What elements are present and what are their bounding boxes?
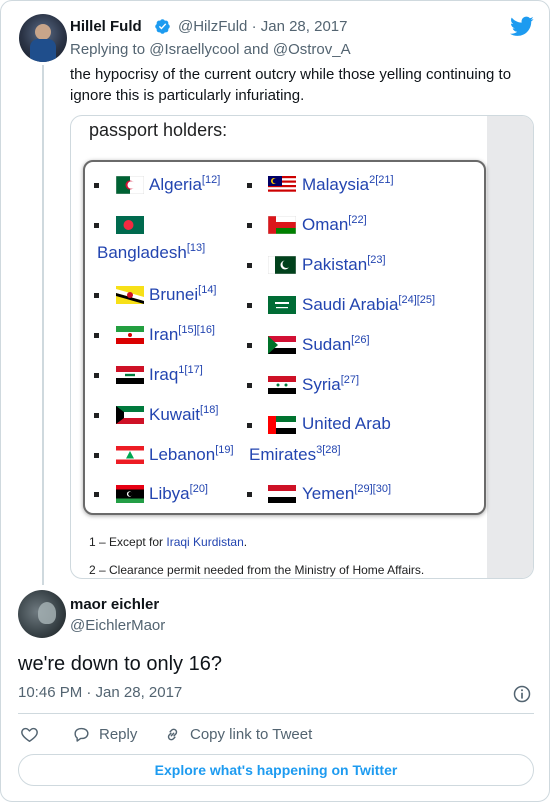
- sudan-flag-icon: [268, 336, 296, 354]
- country-saudi-arabia[interactable]: Saudi Arabia[24][25]: [302, 294, 435, 315]
- list-bullet: [94, 223, 99, 228]
- iran-flag-icon: [116, 326, 144, 344]
- list-bullet: [247, 223, 252, 228]
- tweet-embed-card: Hillel Fuld @HilzFuld · Jan 28, 2017 Rep…: [0, 0, 550, 802]
- tweet-media-image[interactable]: passport holders: Algeria[12] Bangladesh…: [70, 115, 534, 579]
- country-lebanon[interactable]: Lebanon[19]: [149, 444, 234, 465]
- saudi-arabia-flag-icon: [268, 296, 296, 314]
- author-handle[interactable]: @EichlerMaor: [70, 617, 165, 634]
- lebanon-flag-icon: [116, 446, 144, 464]
- country-kuwait[interactable]: Kuwait[18]: [149, 404, 218, 425]
- country-pakistan[interactable]: Pakistan[23]: [302, 254, 386, 275]
- kuwait-flag-icon: [116, 406, 144, 424]
- twitter-bird-icon[interactable]: [510, 14, 534, 38]
- country-brunei[interactable]: Brunei[14]: [149, 284, 217, 305]
- replying-to-line: Replying to @Israellycool and @Ostrov_A: [70, 41, 351, 58]
- yemen-flag-icon: [268, 485, 296, 503]
- country-oman[interactable]: Oman[22]: [302, 214, 367, 235]
- list-bullet: [247, 383, 252, 388]
- country-list-box: Algeria[12] Bangladesh[13] Brunei[14] Ir…: [83, 160, 486, 515]
- country-iraq[interactable]: Iraq1[17]: [149, 364, 203, 385]
- list-bullet: [247, 492, 252, 497]
- brunei-flag-icon: [116, 286, 144, 304]
- author-name[interactable]: maor eichler: [70, 596, 159, 613]
- list-bullet: [94, 413, 99, 418]
- replying-to-user-1[interactable]: @Israellycool: [149, 41, 239, 58]
- algeria-flag-icon: [116, 176, 144, 194]
- iraqi-kurdistan-link[interactable]: Iraqi Kurdistan: [166, 535, 243, 549]
- quoted-tweet-text: the hypocrisy of the current outcry whil…: [70, 66, 512, 104]
- link-icon: [167, 728, 178, 740]
- oman-flag-icon: [268, 216, 296, 234]
- pakistan-flag-icon: [268, 256, 296, 274]
- reply-bubble-icon: [74, 727, 89, 742]
- like-button[interactable]: [20, 723, 39, 745]
- country-malaysia[interactable]: Malaysia2[21]: [302, 174, 394, 195]
- verified-badge-icon: [155, 19, 170, 34]
- footnote-2: 2 – Clearance permit needed from the Min…: [89, 563, 425, 577]
- country-bangladesh[interactable]: Bangladesh[13]: [97, 242, 205, 263]
- image-heading: passport holders:: [89, 120, 228, 140]
- country-sudan[interactable]: Sudan[26]: [302, 334, 370, 355]
- replying-to-prefix: Replying to: [70, 41, 150, 58]
- list-bullet: [247, 343, 252, 348]
- country-syria[interactable]: Syria[27]: [302, 374, 359, 395]
- list-bullet: [247, 423, 252, 428]
- author-avatar[interactable]: [18, 590, 66, 638]
- reply-button[interactable]: Reply: [72, 723, 137, 745]
- replying-to-user-2[interactable]: @Ostrov_A: [273, 41, 351, 58]
- reply-label: Reply: [99, 725, 138, 743]
- list-bullet: [247, 183, 252, 188]
- iraq-flag-icon: [116, 366, 144, 384]
- heart-icon: [21, 727, 38, 742]
- copy-link-button[interactable]: Copy link to Tweet: [163, 723, 312, 745]
- action-divider: [18, 713, 534, 714]
- malaysia-flag-icon: [268, 176, 296, 194]
- list-bullet: [94, 492, 99, 497]
- bangladesh-flag-icon: [116, 216, 144, 234]
- syria-flag-icon: [268, 376, 296, 394]
- tweet-timestamp[interactable]: 10:46 PM · Jan 28, 2017: [18, 684, 182, 701]
- tweet-text: we're down to only 16?: [18, 653, 222, 675]
- info-icon[interactable]: [512, 684, 532, 704]
- replying-to-and: and: [239, 41, 273, 58]
- copy-link-label: Copy link to Tweet: [190, 725, 313, 743]
- list-bullet: [94, 453, 99, 458]
- country-algeria[interactable]: Algeria[12]: [149, 174, 220, 195]
- image-scroll-track: [487, 116, 533, 578]
- list-bullet: [94, 293, 99, 298]
- quoted-author-name[interactable]: Hillel Fuld: [70, 18, 142, 35]
- list-bullet: [247, 263, 252, 268]
- list-bullet: [94, 183, 99, 188]
- country-yemen[interactable]: Yemen[29][30]: [302, 483, 391, 504]
- libya-flag-icon: [116, 485, 144, 503]
- country-emirates[interactable]: Emirates3[28]: [249, 444, 341, 465]
- country-united-arab[interactable]: United Arab: [302, 414, 391, 434]
- list-bullet: [94, 373, 99, 378]
- thread-connector-line: [42, 65, 44, 585]
- country-iran[interactable]: Iran[15][16]: [149, 324, 215, 345]
- explore-twitter-button[interactable]: Explore what's happening on Twitter: [18, 754, 534, 786]
- country-libya[interactable]: Libya[20]: [149, 483, 208, 504]
- list-bullet: [94, 333, 99, 338]
- quoted-handle-date[interactable]: @HilzFuld · Jan 28, 2017: [178, 18, 347, 35]
- quoted-author-avatar[interactable]: [19, 14, 67, 62]
- uae-flag-icon: [268, 416, 296, 434]
- footnote-1: 1 – Except for Iraqi Kurdistan.: [89, 535, 248, 549]
- list-bullet: [247, 303, 252, 308]
